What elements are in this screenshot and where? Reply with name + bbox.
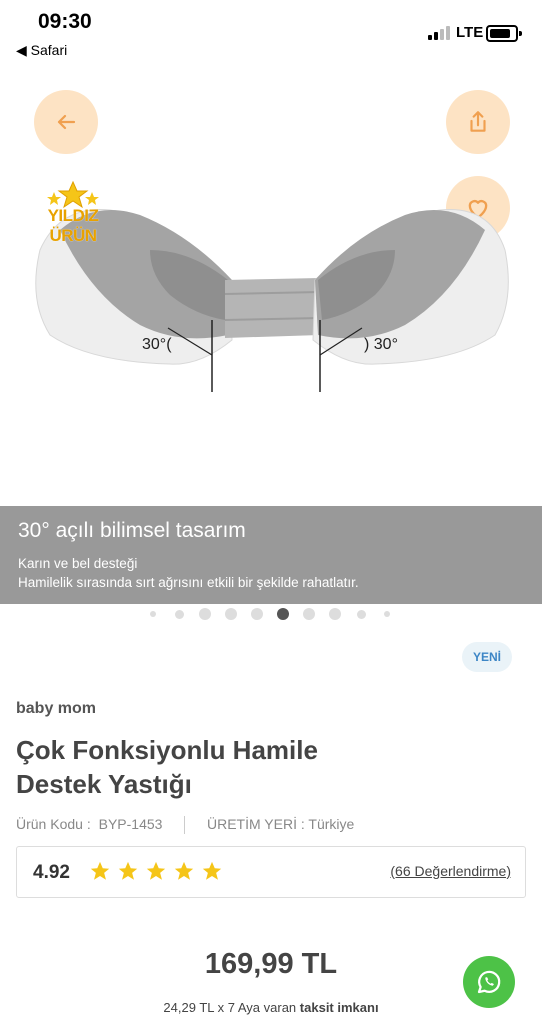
brand-name[interactable]: baby mom xyxy=(16,700,96,718)
badge-line-2: ÜRÜN xyxy=(49,226,97,245)
angle-label-left: 30°( xyxy=(142,336,172,353)
star-product-badge: YILDIZ ÜRÜN xyxy=(40,180,106,254)
origin-value: Türkiye xyxy=(308,816,355,832)
product-code-label: Ürün Kodu : xyxy=(16,816,91,832)
share-icon xyxy=(470,111,486,132)
meta-divider xyxy=(184,816,185,834)
star-icon xyxy=(118,861,138,880)
installment-link[interactable]: taksit imkanı xyxy=(300,1000,379,1015)
carousel-dot[interactable] xyxy=(329,608,341,620)
carousel-dot[interactable] xyxy=(225,608,237,620)
carousel-dot[interactable] xyxy=(303,608,315,620)
caption-line-1: Karın ve bel desteği xyxy=(18,556,138,571)
signal-icon xyxy=(428,26,450,40)
product-code-value: BYP-1453 xyxy=(98,816,163,832)
star-icon xyxy=(174,861,194,880)
origin-label: ÜRETİM YERİ : xyxy=(207,816,305,832)
star-icon xyxy=(90,861,110,880)
back-arrow-icon xyxy=(57,114,76,130)
installment-info: 24,29 TL x 7 Aya varan taksit imkanı xyxy=(0,1000,542,1015)
star-icon xyxy=(202,861,222,880)
whatsapp-icon xyxy=(477,970,501,994)
installment-text: 24,29 TL x 7 Aya varan xyxy=(163,1000,297,1015)
image-caption: 30° açılı bilimsel tasarım Karın ve bel … xyxy=(0,506,542,604)
badge-line-1: YILDIZ xyxy=(47,206,99,225)
caption-line-2: Hamilelik sırasında sırt ağrısını etkili… xyxy=(18,575,359,590)
carousel-indicator[interactable] xyxy=(0,606,542,622)
carousel-dot[interactable] xyxy=(174,609,184,619)
carousel-dot[interactable] xyxy=(150,611,156,617)
star-icon xyxy=(146,861,166,880)
rating-box[interactable]: 4.92 (66 Değerlendirme) xyxy=(16,846,526,898)
product-title: Çok Fonksiyonlu Hamile Destek Yastığı xyxy=(16,735,318,799)
new-badge: YENİ xyxy=(462,642,512,672)
back-button[interactable] xyxy=(34,90,98,154)
rating-score: 4.92 xyxy=(33,862,70,883)
back-to-safari-link[interactable]: ◀ Safari xyxy=(16,42,67,59)
angle-label-right: ) 30° xyxy=(364,336,398,353)
carousel-dot[interactable] xyxy=(384,611,390,617)
share-button[interactable] xyxy=(446,90,510,154)
network-label: LTE xyxy=(456,24,484,41)
battery-icon xyxy=(486,25,522,42)
product-image-carousel[interactable]: YILDIZ ÜRÜN 30°( ) 30° xyxy=(0,70,542,506)
carousel-dot[interactable] xyxy=(356,609,366,619)
reviews-link[interactable]: (66 Değerlendirme) xyxy=(390,863,511,879)
product-price: 169,99 TL xyxy=(204,948,338,980)
whatsapp-button[interactable] xyxy=(463,956,515,1008)
product-meta: Ürün Kodu : BYP-1453 ÜRETİM YERİ : Türki… xyxy=(16,816,354,834)
carousel-dot[interactable] xyxy=(199,608,211,620)
carousel-dot[interactable] xyxy=(251,608,263,620)
status-time: 09:30 xyxy=(38,10,92,33)
status-bar: 09:30 ◀ Safari LTE xyxy=(0,0,542,70)
caption-title: 30° açılı bilimsel tasarım xyxy=(18,519,246,542)
carousel-dot[interactable] xyxy=(277,608,289,620)
